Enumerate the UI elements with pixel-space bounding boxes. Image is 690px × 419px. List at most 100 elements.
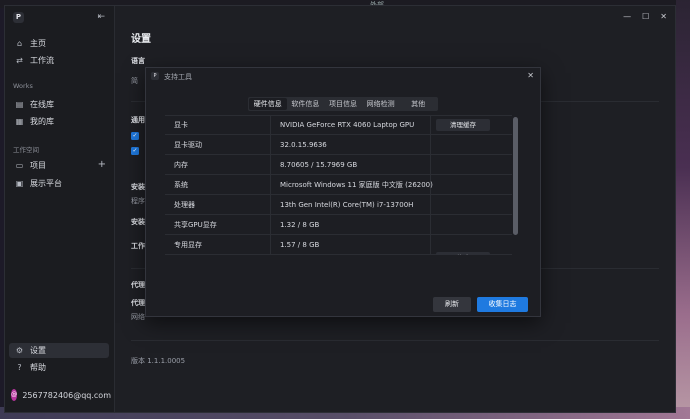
add-project-icon[interactable]: + bbox=[98, 160, 106, 170]
settings-icon: ⚙ bbox=[15, 346, 24, 355]
row-action bbox=[431, 195, 512, 214]
tab-network-check[interactable]: 网络检测 bbox=[362, 98, 400, 110]
my-library-icon: ▦ bbox=[15, 117, 24, 126]
dialog-titlebar: P 支持工具 ✕ bbox=[146, 68, 540, 84]
account-email: 2567782406@qq.com bbox=[22, 390, 111, 400]
sidebar: P ⇤ ⌂ 主页 ⇄ 工作流 Works ▤ 在线库 ▦ 我的库 工作空间 ▭ … bbox=[5, 6, 115, 412]
account-info[interactable]: @ 2567782406@qq.com bbox=[11, 388, 111, 402]
row-action bbox=[431, 175, 512, 194]
sidebar-header: P ⇤ bbox=[13, 12, 109, 26]
app-logo: P bbox=[13, 12, 24, 23]
divider bbox=[131, 340, 659, 341]
row-key: 显卡 bbox=[165, 116, 271, 134]
row-value: Microsoft Windows 11 家庭版 中文版 (26200) bbox=[271, 175, 433, 194]
scrollbar-thumb[interactable] bbox=[513, 117, 518, 235]
table-row: 内存 8.70605 / 15.7969 GB bbox=[165, 155, 512, 175]
sidebar-item-label: 工作流 bbox=[30, 56, 54, 65]
sidebar-item-label: 主页 bbox=[30, 39, 46, 48]
window-controls: — ☐ ✕ bbox=[623, 12, 667, 21]
sidebar-item-online-library[interactable]: ▤ 在线库 bbox=[9, 97, 109, 112]
help-icon: ? bbox=[17, 363, 22, 372]
project-icon: ▭ bbox=[15, 161, 24, 170]
row-key: 内存 bbox=[165, 155, 271, 174]
sidebar-item-label: 我的库 bbox=[30, 117, 54, 126]
dialog-tabs: 硬件信息 软件信息 项目信息 网络检测 其他 bbox=[248, 97, 438, 111]
workflow-label: 工作 bbox=[131, 242, 145, 250]
row-value: 8.70605 / 15.7969 GB bbox=[271, 155, 431, 174]
online-library-icon: ▤ bbox=[15, 100, 24, 109]
sidebar-item-project[interactable]: ▭ 项目 bbox=[9, 158, 109, 173]
sidebar-item-label: 设置 bbox=[30, 346, 46, 355]
general-checkbox-1[interactable]: ✓ bbox=[131, 132, 139, 140]
row-value: 13th Gen Intel(R) Core(TM) i7-13700H bbox=[271, 195, 431, 214]
install-label: 安装 bbox=[131, 183, 145, 191]
sidebar-item-label: 帮助 bbox=[30, 363, 46, 372]
sidebar-item-workflow[interactable]: ⇄ 工作流 bbox=[9, 53, 109, 68]
row-key: 显卡驱动 bbox=[165, 135, 271, 154]
clear-cache-button[interactable]: 清理缓存 bbox=[436, 119, 490, 131]
language-select[interactable]: 简 bbox=[131, 76, 138, 86]
sidebar-item-home[interactable]: ⌂ 主页 bbox=[9, 36, 109, 51]
dialog-title: 支持工具 bbox=[164, 73, 192, 81]
sidebar-item-my-library[interactable]: ▦ 我的库 bbox=[9, 114, 109, 129]
table-row: TDP 60 修改 bbox=[165, 248, 512, 255]
general-checkbox-2[interactable]: ✓ bbox=[131, 147, 139, 155]
sidebar-item-help[interactable]: ? 帮助 bbox=[9, 360, 109, 375]
close-icon[interactable]: ✕ bbox=[660, 12, 667, 21]
row-value: 1.32 / 8 GB bbox=[271, 215, 431, 234]
language-label: 语言 bbox=[131, 57, 145, 65]
proxy-label-2: 代理 bbox=[131, 299, 145, 307]
install-sub: 程序 bbox=[131, 197, 145, 205]
install-label-2: 安装 bbox=[131, 218, 145, 226]
refresh-button[interactable]: 刷新 bbox=[433, 297, 471, 312]
dialog-logo: P bbox=[151, 72, 159, 80]
home-icon: ⌂ bbox=[16, 39, 23, 48]
row-key: 共享GPU显存 bbox=[165, 215, 271, 234]
row-action: 清理缓存 bbox=[431, 116, 512, 134]
tab-hardware-info[interactable]: 硬件信息 bbox=[249, 98, 287, 110]
row-action bbox=[431, 135, 512, 154]
sidebar-item-label: 项目 bbox=[30, 161, 46, 170]
support-tools-dialog: P 支持工具 ✕ 硬件信息 软件信息 项目信息 网络检测 其他 显卡 NVIDI… bbox=[145, 67, 541, 317]
row-value: 32.0.15.9636 bbox=[271, 135, 431, 154]
row-action bbox=[431, 215, 512, 234]
workspace-section-label: 工作空间 bbox=[13, 146, 39, 154]
collapse-sidebar-icon[interactable]: ⇤ bbox=[97, 12, 105, 23]
table-row: 显卡驱动 32.0.15.9636 bbox=[165, 135, 512, 155]
row-action: 修改 bbox=[431, 248, 512, 255]
tab-other[interactable]: 其他 bbox=[399, 98, 437, 110]
sidebar-item-showcase[interactable]: ▣ 展示平台 bbox=[9, 176, 109, 191]
proxy-sub: 网络 bbox=[131, 313, 145, 321]
version-text: 版本 1.1.1.0005 bbox=[131, 357, 186, 365]
row-key: 处理器 bbox=[165, 195, 271, 214]
avatar: @ bbox=[11, 389, 18, 401]
maximize-icon[interactable]: ☐ bbox=[642, 12, 649, 21]
minimize-icon[interactable]: — bbox=[623, 12, 631, 21]
dialog-close-icon[interactable]: ✕ bbox=[527, 71, 534, 80]
showcase-icon: ▣ bbox=[15, 179, 24, 188]
page-title: 设置 bbox=[131, 34, 151, 45]
table-row: 共享GPU显存 1.32 / 8 GB bbox=[165, 215, 512, 235]
tab-project-info[interactable]: 项目信息 bbox=[324, 98, 362, 110]
hardware-info-table: 显卡 NVIDIA GeForce RTX 4060 Laptop GPU 清理… bbox=[165, 115, 512, 255]
works-section-label: Works bbox=[13, 82, 33, 90]
table-row: 处理器 13th Gen Intel(R) Core(TM) i7-13700H bbox=[165, 195, 512, 215]
row-key: TDP bbox=[165, 248, 271, 255]
general-label: 通用 bbox=[131, 116, 145, 124]
sidebar-item-label: 展示平台 bbox=[30, 179, 62, 188]
collect-logs-button[interactable]: 收集日志 bbox=[477, 297, 528, 312]
modify-tdp-button[interactable]: 修改 bbox=[436, 251, 490, 255]
desktop-right-strip bbox=[676, 0, 690, 419]
tab-software-info[interactable]: 软件信息 bbox=[287, 98, 325, 110]
table-row: 显卡 NVIDIA GeForce RTX 4060 Laptop GPU 清理… bbox=[165, 115, 512, 135]
sidebar-item-label: 在线库 bbox=[30, 100, 54, 109]
row-value: NVIDIA GeForce RTX 4060 Laptop GPU bbox=[271, 116, 431, 134]
table-row: 系统 Microsoft Windows 11 家庭版 中文版 (26200) bbox=[165, 175, 512, 195]
row-value: 60 bbox=[271, 248, 431, 255]
row-key: 系统 bbox=[165, 175, 271, 194]
proxy-label: 代理 bbox=[131, 281, 145, 289]
row-action bbox=[431, 155, 512, 174]
sidebar-item-settings[interactable]: ⚙ 设置 bbox=[9, 343, 109, 358]
table-scrollbar[interactable] bbox=[513, 117, 518, 255]
workflow-icon: ⇄ bbox=[16, 56, 23, 65]
